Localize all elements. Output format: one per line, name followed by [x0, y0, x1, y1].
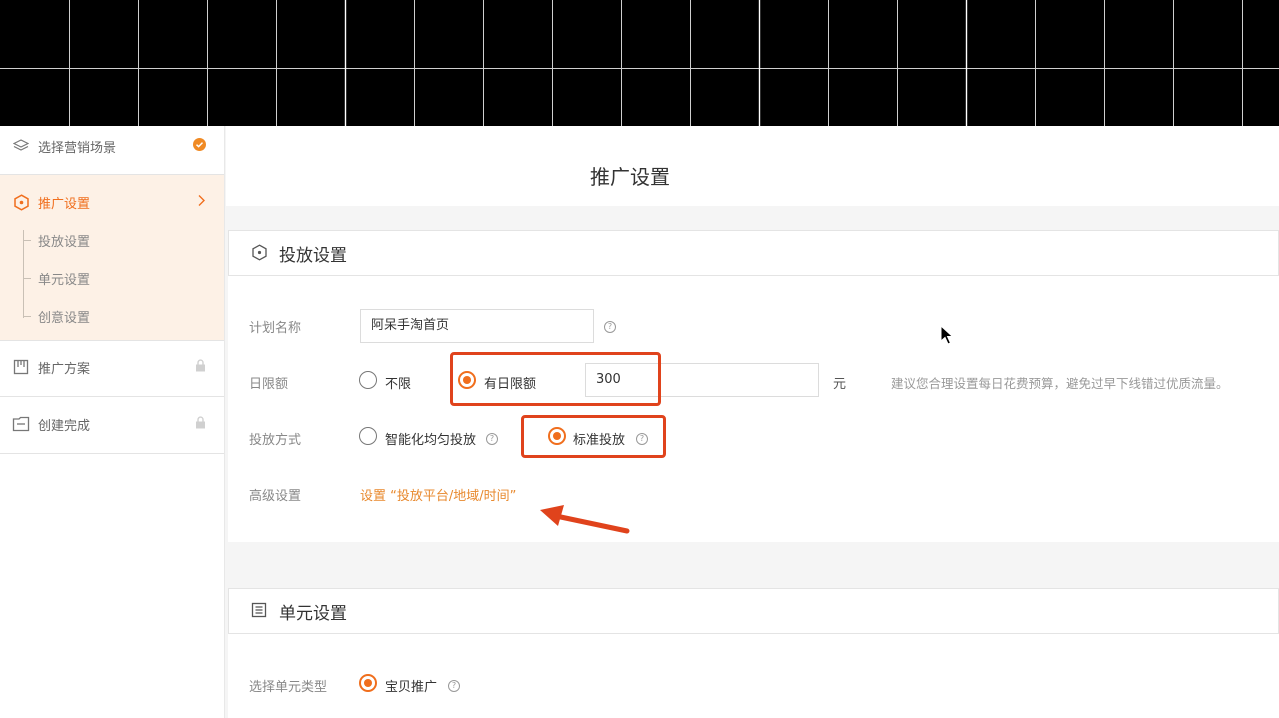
- tree-tick: [23, 240, 31, 241]
- highlight-box-daily-limit: [450, 352, 661, 406]
- page-title: 推广设置: [590, 165, 670, 189]
- sidebar-item-label: 推广设置: [38, 196, 91, 212]
- sidebar-item-label: 推广方案: [38, 361, 91, 377]
- budget-hint: 建议您合理设置每日花费预算，避免过早下线错过优质流量。: [891, 376, 1229, 391]
- main-content: 推广设置 投放设置 计划名称 阿呆手淘首页 ? 日限额 不限 有日限额 300 …: [226, 126, 1279, 718]
- radio-item-promotion-label[interactable]: 宝贝推广: [385, 676, 437, 695]
- plan-name-input[interactable]: 阿呆手淘首页: [360, 309, 594, 343]
- finish-icon: [12, 415, 30, 433]
- sidebar-subitem-creative[interactable]: 创意设置: [38, 307, 90, 326]
- help-icon[interactable]: ?: [604, 321, 616, 333]
- sidebar-item-promotion-plan: 推广方案: [0, 343, 224, 391]
- highlight-box-delivery-method: [521, 415, 666, 458]
- advanced-settings-link[interactable]: 设置 “投放平台/地域/时间”: [360, 485, 516, 504]
- daily-limit-label: 日限额: [249, 377, 289, 392]
- hexagon-icon: [251, 244, 269, 262]
- radio-smart-even-label[interactable]: 智能化均匀投放: [385, 429, 476, 448]
- grid-lines: [0, 0, 1279, 126]
- hexagon-icon: [12, 193, 30, 211]
- radio-unlimited-label[interactable]: 不限: [385, 373, 411, 392]
- sidebar: 选择营销场景 推广设置 投放设置 单元设置 创意设置 推广方案 创建完成: [0, 126, 225, 718]
- sidebar-subitem-delivery[interactable]: 投放设置: [38, 231, 90, 250]
- lock-icon: [195, 358, 206, 376]
- top-grid-band: [0, 0, 1279, 126]
- sidebar-item-label: 创建完成: [38, 418, 91, 434]
- tree-line: [23, 230, 24, 318]
- help-icon[interactable]: ?: [486, 433, 498, 445]
- sidebar-divider: [0, 453, 224, 454]
- section-title: 投放设置: [279, 245, 347, 266]
- radio-unlimited[interactable]: [359, 371, 377, 389]
- sidebar-item-label: 选择营销场景: [38, 140, 117, 156]
- sidebar-subitem-unit[interactable]: 单元设置: [38, 269, 90, 288]
- sidebar-item-creation-complete: 创建完成: [0, 400, 224, 448]
- list-icon: [251, 602, 269, 620]
- mouse-cursor-icon: [940, 325, 954, 345]
- delivery-section-header: 投放设置: [228, 230, 1279, 276]
- sidebar-divider: [0, 340, 224, 341]
- plan-icon: [12, 358, 30, 376]
- unit-section-header: 单元设置: [228, 588, 1279, 634]
- plan-name-label: 计划名称: [249, 321, 302, 336]
- tree-tick: [23, 278, 31, 279]
- section-title: 单元设置: [279, 603, 347, 624]
- layers-icon: [12, 137, 30, 155]
- chevron-right-icon: [197, 194, 206, 211]
- delivery-method-label: 投放方式: [249, 433, 302, 448]
- lock-icon: [195, 415, 206, 433]
- radio-item-promotion[interactable]: [359, 674, 377, 692]
- check-badge-icon: [193, 137, 206, 155]
- currency-unit: 元: [833, 377, 847, 392]
- radio-smart-even[interactable]: [359, 427, 377, 445]
- unit-type-label: 选择单元类型: [249, 680, 328, 695]
- sidebar-divider: [0, 396, 224, 397]
- tree-tick: [23, 316, 31, 317]
- help-icon[interactable]: ?: [448, 680, 460, 692]
- advanced-label: 高级设置: [249, 489, 302, 504]
- arrow-annotation: [540, 505, 630, 534]
